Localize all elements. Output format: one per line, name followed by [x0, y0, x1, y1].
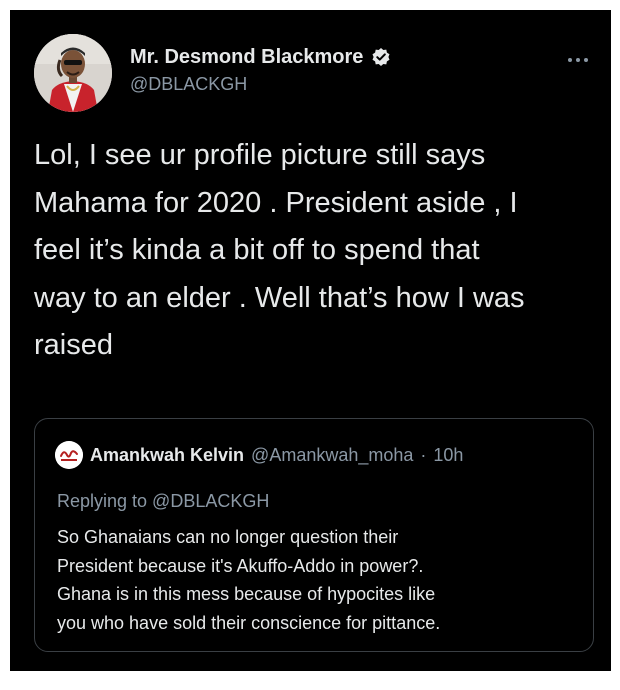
tweet-screen: Mr. Desmond Blackmore @DBLACKGH Lol, I s… [10, 10, 611, 671]
tweet-text-line: way to an elder . Well that’s how I was [34, 281, 525, 314]
separator-dot: · [420, 444, 427, 465]
quoted-author-handle[interactable]: @Amankwah_moha [251, 445, 413, 466]
verified-badge-icon [371, 47, 391, 67]
author-avatar[interactable] [34, 34, 112, 112]
quoted-timestamp[interactable]: 10h [433, 445, 463, 466]
author-name[interactable]: Mr. Desmond Blackmore [130, 46, 363, 69]
tweet-text-line: feel it’s kinda a bit off to spend that [34, 234, 480, 266]
quoted-text-line: you who have sold their conscience for p… [57, 612, 441, 633]
tweet-text: Lol, I see ur profile picture still says… [34, 132, 594, 370]
quoted-text-line: Ghana is in this mess because of hypocit… [57, 584, 436, 604]
more-horizontal-icon[interactable] [566, 48, 590, 69]
quoted-text-line: So Ghanaians can no longer question thei… [57, 527, 399, 547]
quoted-tweet-card[interactable]: Amankwah Kelvin @Amankwah_moha · 10h Rep… [34, 418, 594, 652]
quoted-author-name[interactable]: Amankwah Kelvin [90, 445, 244, 466]
quoted-text-line: President because it's Akuffo-Addo in po… [57, 555, 424, 576]
tweet-text-line: Mahama for 2020 . President aside , I [34, 186, 518, 219]
author-handle[interactable]: @DBLACKGH [130, 74, 247, 95]
quoted-tweet-header: Amankwah Kelvin @Amankwah_moha · 10h [55, 441, 463, 469]
quoted-author-avatar[interactable] [55, 441, 83, 469]
replying-to-label[interactable]: Replying to @DBLACKGH [57, 491, 269, 512]
author-name-row: Mr. Desmond Blackmore [130, 44, 391, 70]
tweet-header: Mr. Desmond Blackmore @DBLACKGH [34, 34, 594, 114]
quoted-tweet-text: So Ghanaians can no longer question thei… [57, 523, 577, 637]
tweet-text-line: raised [34, 329, 113, 361]
author-avatar-image [34, 34, 112, 112]
tweet-text-line: Lol, I see ur profile picture still says [34, 139, 486, 171]
